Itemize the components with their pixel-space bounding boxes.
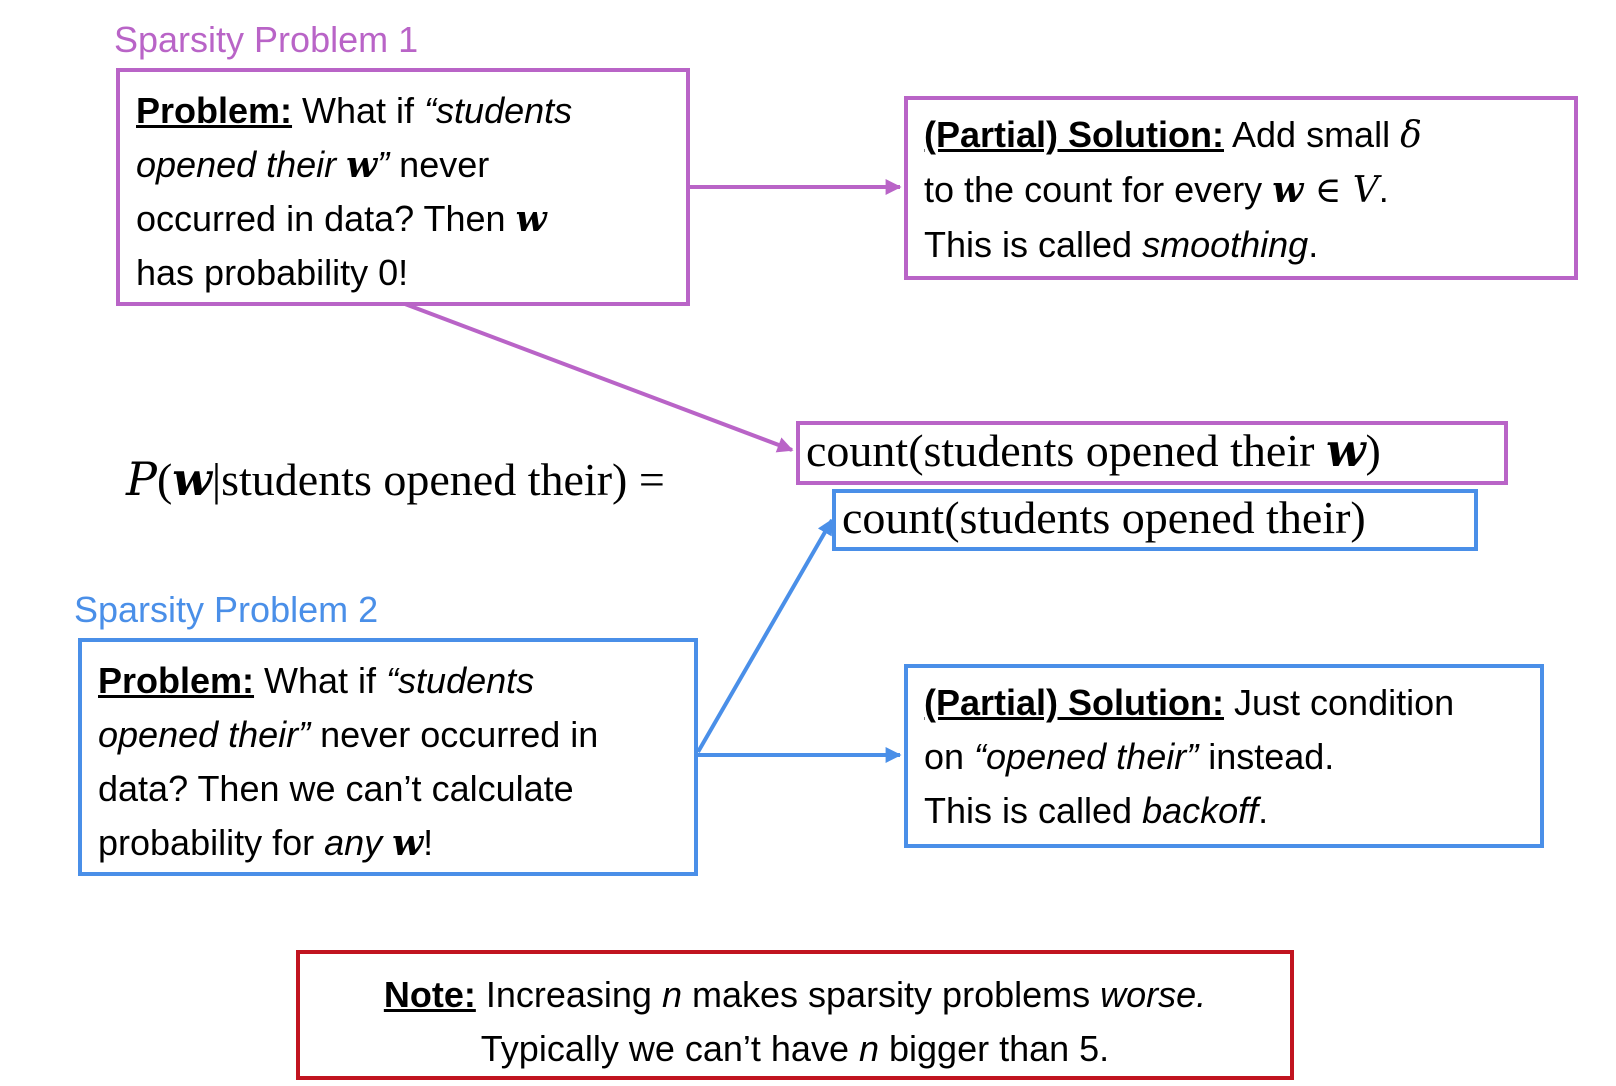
note-variable-n: n: [858, 1028, 880, 1069]
problem2-text: probability for: [98, 822, 325, 863]
solution1-text: .: [1378, 169, 1389, 210]
note-text: bigger than 5.: [879, 1028, 1110, 1069]
problem1-text: never: [389, 144, 490, 185]
denominator-text: count(students opened their): [842, 492, 1366, 543]
problem1-box: Problem: What if “students opened their …: [116, 68, 690, 306]
problem2-box: Problem: What if “students opened their”…: [78, 638, 698, 876]
numerator-text: count(students opened their: [806, 425, 1326, 476]
problem1-text: occurred in data? Then: [136, 198, 516, 239]
note-emphasis: worse.: [1100, 974, 1207, 1015]
note-box: Note: Increasing n makes sparsity proble…: [296, 950, 1294, 1080]
math-element-of: ∈: [1303, 170, 1353, 211]
problem2-text: [382, 822, 392, 863]
problem2-quote: opened their”: [98, 714, 311, 755]
math-w: w: [346, 144, 378, 186]
math-delta: δ: [1400, 115, 1422, 156]
math-w: w: [1272, 169, 1304, 211]
solution2-text: Just condition: [1224, 682, 1455, 723]
note-text: Increasing: [475, 974, 662, 1015]
numerator-text: ): [1365, 425, 1381, 476]
problem2-heading: Sparsity Problem 2: [74, 589, 379, 630]
formula-text: |students opened their) =: [211, 454, 665, 505]
note-label: Note:: [383, 974, 476, 1015]
problem1-text: What if: [292, 90, 425, 131]
solution2-quote: “opened their”: [974, 736, 1199, 777]
solution1-text: This is called: [924, 224, 1143, 265]
arrow-problem1-to-numerator: [404, 302, 794, 453]
solution2-text: This is called: [924, 790, 1143, 831]
solution2-text: on: [924, 736, 975, 777]
problem2-emphasis: any: [324, 822, 383, 863]
solution1-box: (Partial) Solution: Add small δ to the c…: [904, 96, 1578, 280]
solution2-text: instead.: [1198, 736, 1335, 777]
solution1-text: .: [1308, 224, 1319, 265]
note-text: makes sparsity problems: [681, 974, 1101, 1015]
problem2-text: What if: [254, 660, 387, 701]
problem2-quote: “students: [386, 660, 535, 701]
solution1-text: Add small: [1224, 114, 1401, 155]
problem1-heading: Sparsity Problem 1: [114, 19, 419, 60]
probability-formula-lhs: P(w|students opened their) =: [126, 452, 665, 506]
problem2-text: data? Then we can’t calculate: [98, 768, 574, 809]
note-text: Typically we can’t have: [480, 1028, 859, 1069]
math-w: w: [392, 822, 424, 864]
math-w: w: [1325, 423, 1366, 477]
math-P: P: [126, 452, 157, 506]
solution2-term: backoff: [1142, 790, 1259, 831]
formula-text: (: [156, 454, 173, 505]
solution1-text: to the count for every: [924, 169, 1273, 210]
math-V: V: [1352, 170, 1379, 211]
formula-numerator: count(students opened their w): [796, 421, 1508, 485]
problem1-text: has probability 0!: [136, 252, 409, 293]
note-variable-n: n: [661, 974, 682, 1015]
solution1-label: (Partial) Solution:: [924, 114, 1224, 155]
problem2-label: Problem:: [98, 660, 255, 701]
solution2-label: (Partial) Solution:: [924, 682, 1224, 723]
problem1-label: Problem:: [136, 90, 293, 131]
solution2-box: (Partial) Solution: Just condition on “o…: [904, 664, 1544, 848]
problem2-text: never occurred in: [310, 714, 599, 755]
problem1-quote: “students: [424, 90, 573, 131]
solution1-term: smoothing: [1142, 224, 1309, 265]
problem1-quote: opened their: [136, 144, 347, 185]
arrow-problem2-to-denominator: [696, 518, 834, 754]
math-w: w: [172, 452, 212, 506]
math-w: w: [515, 198, 547, 240]
solution2-text: .: [1258, 790, 1269, 831]
problem1-quote: ”: [377, 144, 390, 185]
formula-denominator: count(students opened their): [832, 489, 1478, 551]
problem2-text: !: [423, 822, 434, 863]
